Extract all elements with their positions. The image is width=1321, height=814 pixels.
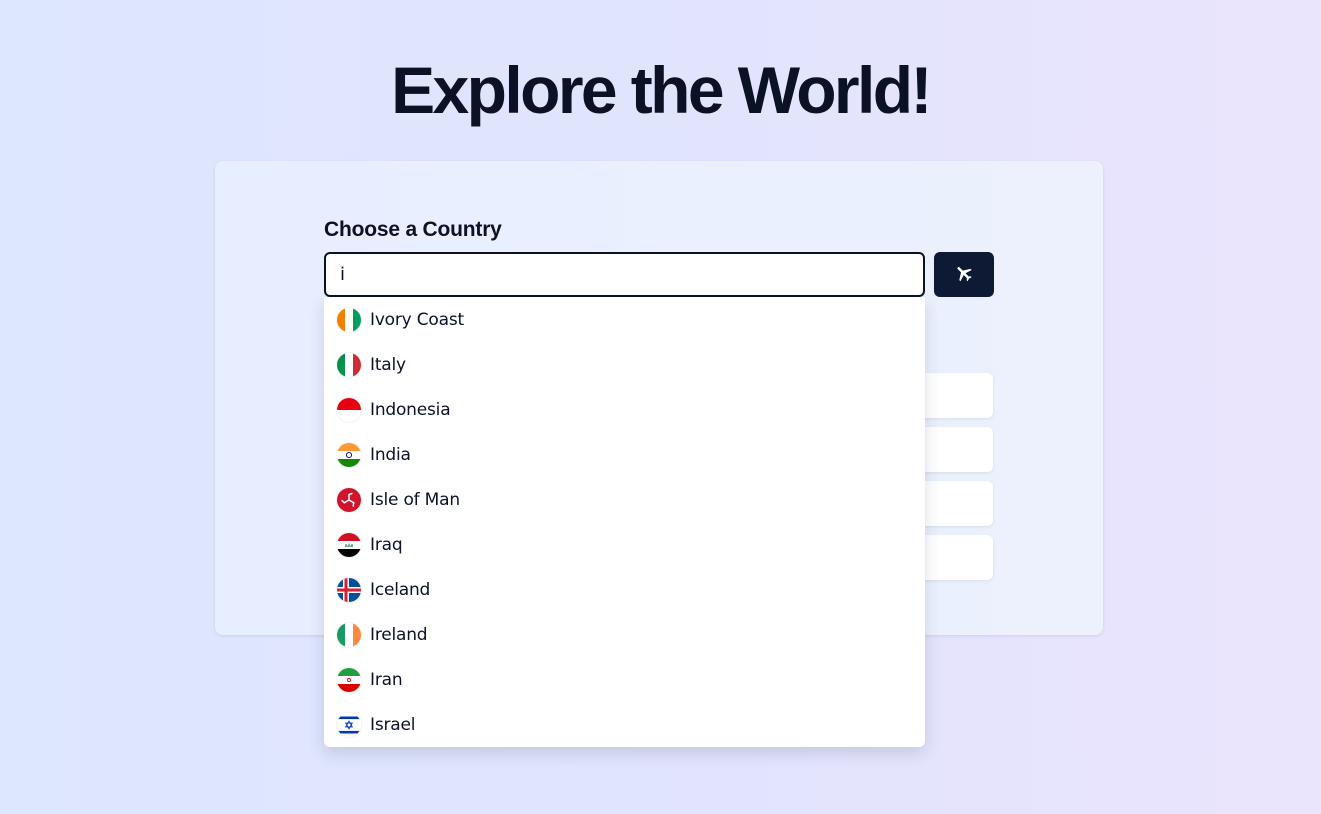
option-israel[interactable]: Israel: [324, 702, 925, 747]
page-title: Explore the World!: [391, 53, 932, 127]
option-india[interactable]: India: [324, 432, 925, 477]
option-ireland[interactable]: Ireland: [324, 612, 925, 657]
isle-of-man-flag-icon: [337, 487, 361, 512]
option-ivory-coast[interactable]: Ivory Coast: [324, 297, 925, 342]
country-field-label: Choose a Country: [324, 218, 502, 241]
ireland-flag-icon: [337, 622, 361, 647]
country-dropdown: Ivory Coast Italy Indonesia India Isle o…: [324, 297, 925, 747]
option-iran[interactable]: Iran: [324, 657, 925, 702]
option-italy[interactable]: Italy: [324, 342, 925, 387]
option-isle-of-man[interactable]: Isle of Man: [324, 477, 925, 522]
iceland-flag-icon: [337, 577, 361, 602]
israel-flag-icon: [337, 712, 361, 737]
iraq-flag-icon: [337, 532, 361, 557]
country-search-input[interactable]: [324, 252, 925, 297]
italy-flag-icon: [337, 352, 361, 377]
airplane-icon: [954, 263, 974, 286]
option-indonesia[interactable]: Indonesia: [324, 387, 925, 432]
option-iceland[interactable]: Iceland: [324, 567, 925, 612]
iran-flag-icon: [337, 667, 361, 692]
india-flag-icon: [337, 442, 361, 467]
indonesia-flag-icon: [337, 397, 361, 422]
submit-button[interactable]: [934, 252, 994, 297]
option-iraq[interactable]: Iraq: [324, 522, 925, 567]
ivory-coast-flag-icon: [337, 307, 361, 332]
